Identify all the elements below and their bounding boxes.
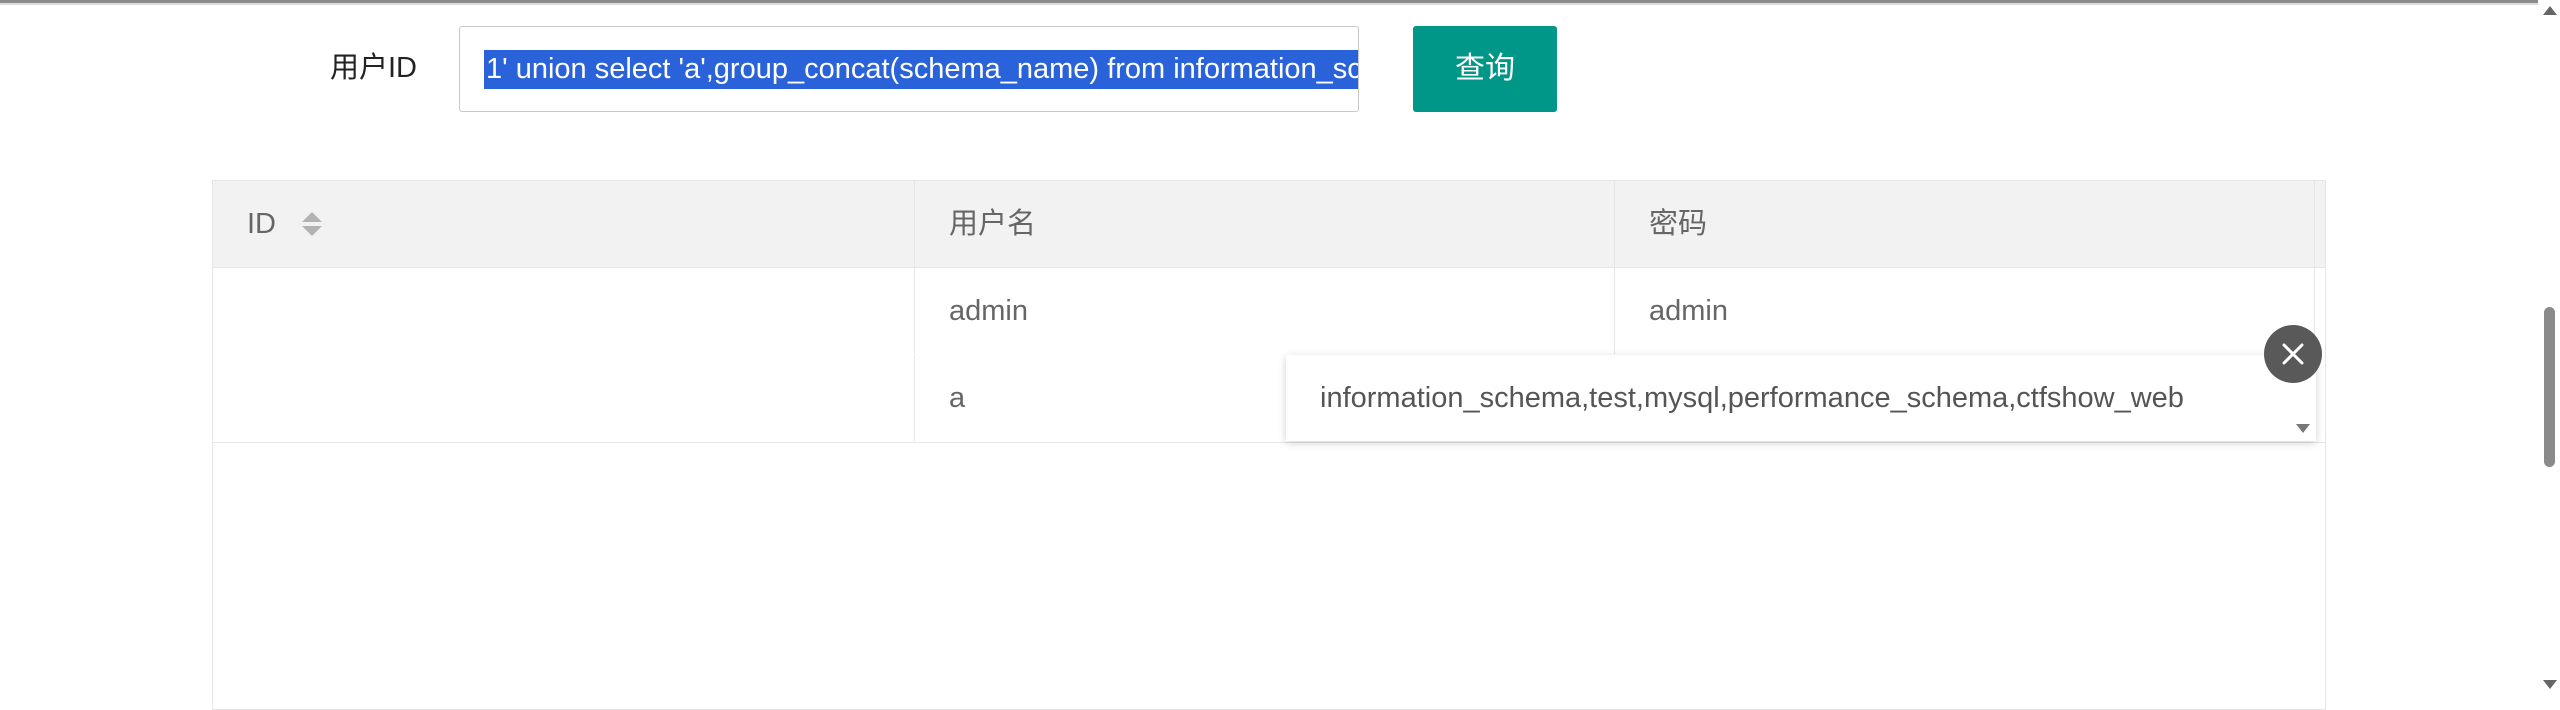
column-header-username: 用户名 — [915, 181, 1615, 267]
tooltip-scroll-arrow-icon — [2296, 424, 2310, 433]
table-cell-id — [213, 268, 915, 354]
cell-expand-tooltip: information_schema,test,mysql,performanc… — [1286, 355, 2316, 441]
table-row: admin admin — [213, 268, 2325, 356]
column-header-id-label: ID — [247, 208, 276, 240]
scroll-up-arrow-icon[interactable] — [2543, 6, 2557, 15]
results-table: ID 用户名 密码 admin admin a — [212, 180, 2326, 710]
table-cell-username: admin — [915, 268, 1615, 354]
close-icon — [2282, 343, 2304, 365]
user-id-label: 用户ID — [330, 52, 418, 84]
close-tooltip-button[interactable] — [2264, 325, 2322, 383]
user-id-input-value[interactable]: 1' union select 'a',group_concat(schema_… — [484, 50, 1358, 89]
user-id-input[interactable]: 1' union select 'a',group_concat(schema_… — [459, 26, 1359, 112]
query-button[interactable]: 查询 — [1413, 26, 1557, 112]
scroll-down-arrow-icon[interactable] — [2543, 680, 2557, 689]
column-header-password: 密码 — [1615, 181, 2315, 267]
table-cell-password: admin — [1615, 268, 2315, 354]
tooltip-text: information_schema,test,mysql,performanc… — [1320, 382, 2184, 414]
column-header-id[interactable]: ID — [213, 181, 915, 267]
table-cell-id — [213, 355, 915, 441]
sort-icon[interactable] — [301, 211, 323, 237]
top-divider-shadow — [0, 3, 2560, 5]
table-header: ID 用户名 密码 — [213, 181, 2325, 268]
scrollbar-thumb[interactable] — [2544, 307, 2555, 467]
